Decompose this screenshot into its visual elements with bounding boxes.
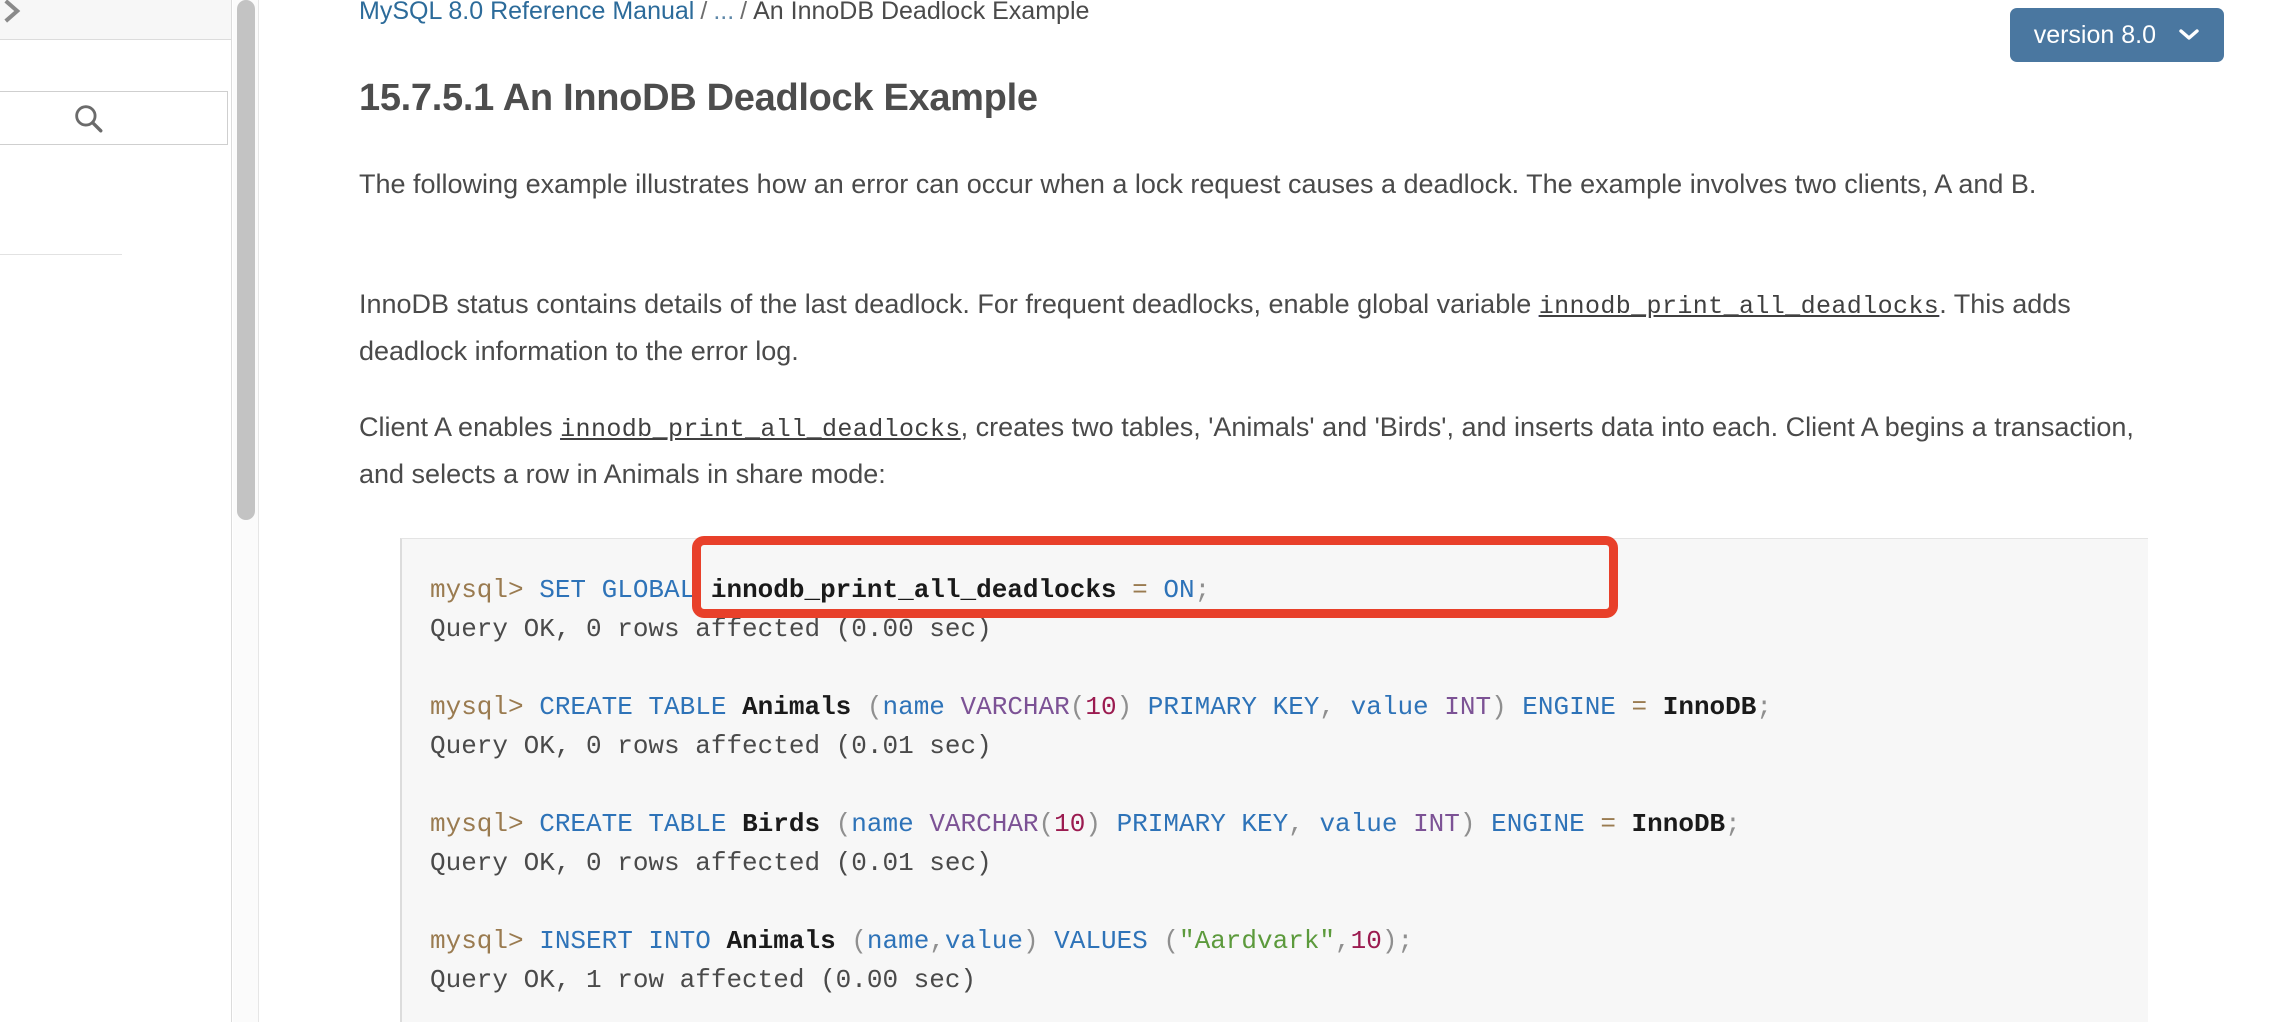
code-token: VALUES — [1054, 926, 1148, 956]
code-token: INT — [1444, 692, 1492, 722]
code-token: CREATE TABLE — [539, 692, 743, 722]
code-token: = — [1116, 575, 1164, 605]
code-token: value — [1319, 809, 1414, 839]
code-token: Query OK, 1 row affected (0.00 sec) — [430, 965, 977, 995]
code-token: Birds — [742, 809, 821, 839]
code-token: ; — [1725, 809, 1741, 839]
paragraph-intro: The following example illustrates how an… — [359, 162, 2184, 207]
paragraph-status-text-a: InnoDB status contains details of the la… — [359, 289, 1539, 319]
code-token: INSERT INTO — [539, 926, 727, 956]
main-content: MySQL 8.0 Reference Manual /... / An InnoDB… — [260, 0, 2276, 1022]
code-token: ) — [1116, 692, 1148, 722]
code-token: ( — [851, 692, 883, 722]
sidebar-item-2[interactable]: ation — [0, 594, 231, 624]
paragraph-client-a-text-a: Client A enables — [359, 412, 561, 442]
code-token: innodb_print_all_deadlocks — [710, 575, 1117, 605]
code-token: , — [1335, 926, 1351, 956]
breadcrumb-root-link[interactable]: MySQL 8.0 Reference Manual — [359, 0, 694, 25]
code-token: ; — [1194, 575, 1211, 605]
code-token: VARCHAR — [960, 692, 1070, 722]
nav-next-icon[interactable] — [0, 0, 28, 28]
code-block-content: mysql> SET GLOBAL innodb_print_all_deadl… — [430, 571, 2148, 1000]
code-token: ) — [1022, 926, 1055, 956]
code-token: ( — [1147, 926, 1179, 956]
code-token: ENGINE — [1491, 809, 1585, 839]
code-token: mysql> — [430, 692, 540, 722]
code-token: Query OK, 0 rows affected (0.00 sec) — [430, 614, 992, 644]
page-root: e nual s MySQL ation s, Unicode MySQL 8.… — [0, 0, 2276, 1022]
code-token: ) — [1491, 692, 1523, 722]
code-token: Animals — [726, 926, 836, 956]
code-token: value — [1350, 692, 1445, 722]
code-token: ( — [820, 809, 852, 839]
code-token: InnoDB — [1662, 692, 1757, 722]
breadcrumb-current: An InnoDB Deadlock Example — [753, 0, 1090, 25]
code-token: mysql> — [430, 575, 540, 605]
sidebar-search-wrap — [0, 90, 231, 146]
sidebar-item-3[interactable]: s, Unicode — [0, 842, 231, 872]
version-selector-button[interactable]: version 8.0 — [2009, 8, 2224, 62]
page-scrollbar[interactable] — [233, 0, 259, 1022]
code-token: value — [944, 926, 1023, 956]
sidebar-section-title: nual — [0, 283, 231, 314]
code-token: , — [929, 926, 945, 956]
scrollbar-thumb[interactable] — [237, 0, 255, 520]
code-token: ) — [1459, 809, 1492, 839]
search-input[interactable] — [0, 91, 228, 145]
code-token: InnoDB — [1631, 809, 1726, 839]
paragraph-status: InnoDB status contains details of the la… — [359, 282, 2184, 374]
sidebar: e nual s MySQL ation s, Unicode — [0, 0, 232, 1022]
sidebar-divider — [0, 254, 122, 255]
code-token: Query OK, 0 rows affected (0.01 sec) — [430, 848, 992, 878]
sidebar-item-0[interactable]: s — [0, 344, 231, 374]
paragraph-client-a: Client A enables innodb_print_all_deadlo… — [359, 405, 2184, 497]
code-token: ENGINE — [1522, 692, 1616, 722]
code-token: PRIMARY KEY — [1147, 692, 1320, 722]
code-token: 10 — [1085, 692, 1117, 722]
breadcrumb-ellipsis-link[interactable]: ... — [713, 0, 734, 25]
code-token: Animals — [742, 692, 852, 722]
code-token: 10 — [1350, 926, 1382, 956]
code-token: ( — [1038, 809, 1055, 839]
code-token: "Aardvark" — [1179, 926, 1336, 956]
code-token: VARCHAR — [929, 809, 1039, 839]
page-title: 15.7.5.1 An InnoDB Deadlock Example — [359, 77, 1038, 119]
paragraph-intro-text: The following example illustrates how an… — [359, 169, 2037, 199]
code-token: name — [866, 926, 930, 956]
code-token: , — [1319, 692, 1351, 722]
code-token: SET GLOBAL — [539, 575, 711, 605]
code-token: INT — [1413, 809, 1460, 839]
code-token: ( — [835, 926, 867, 956]
inline-code-link-innodb-print-all-deadlocks-1[interactable]: innodb_print_all_deadlocks — [1539, 292, 1939, 321]
sidebar-nav-toolbar — [0, 0, 231, 40]
code-token: 10 — [1054, 809, 1086, 839]
breadcrumb-separator-2: / — [740, 0, 748, 25]
code-token: ); — [1381, 926, 1414, 956]
code-token: mysql> — [430, 809, 540, 839]
code-token: ) — [1085, 809, 1117, 839]
sidebar-item-partial-e[interactable]: e — [0, 200, 231, 230]
inline-code-link-innodb-print-all-deadlocks-2[interactable]: innodb_print_all_deadlocks — [560, 415, 960, 444]
sidebar-link-list: e nual s MySQL ation s, Unicode — [0, 200, 231, 872]
code-token: mysql> — [430, 926, 540, 956]
code-token: ; — [1756, 692, 1772, 722]
breadcrumb-separator-1: / — [700, 0, 708, 25]
breadcrumb: MySQL 8.0 Reference Manual /... / An InnoDB… — [359, 0, 1089, 28]
sidebar-item-1[interactable]: MySQL — [0, 444, 231, 474]
code-token: = — [1584, 809, 1632, 839]
search-icon — [71, 101, 105, 135]
code-token: name — [882, 692, 961, 722]
code-block[interactable]: mysql> SET GLOBAL innodb_print_all_deadl… — [400, 538, 2148, 1022]
code-token: = — [1615, 692, 1663, 722]
code-token: name — [851, 809, 930, 839]
code-token: Query OK, 0 rows affected (0.01 sec) — [430, 731, 992, 761]
code-token: ( — [1069, 692, 1086, 722]
code-token: ON — [1163, 575, 1195, 605]
version-selector-label: version 8.0 — [2033, 20, 2156, 49]
code-token: , — [1288, 809, 1320, 839]
code-token: PRIMARY KEY — [1116, 809, 1289, 839]
chevron-down-icon — [2178, 25, 2200, 45]
code-token: CREATE TABLE — [539, 809, 743, 839]
